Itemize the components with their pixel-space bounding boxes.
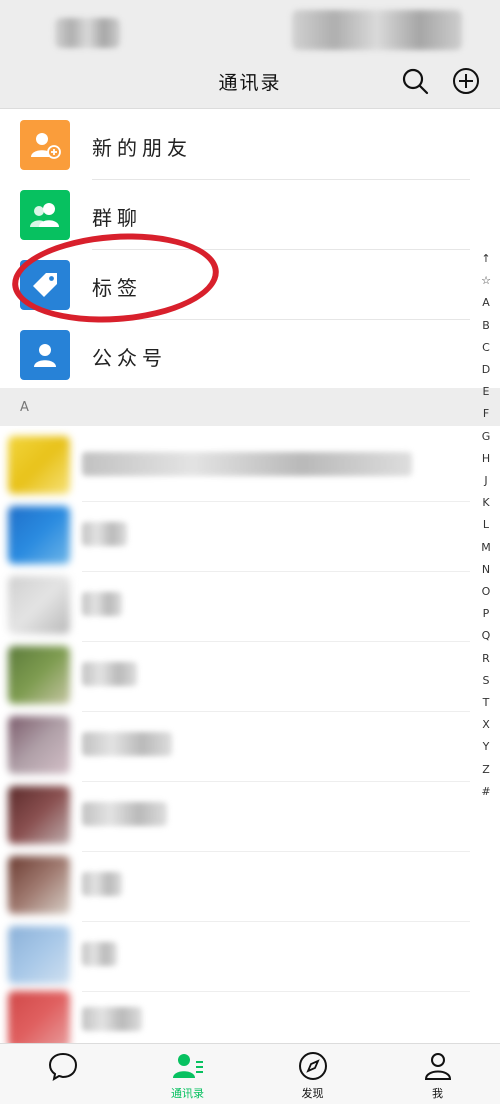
index-letter[interactable]: ☆ — [478, 274, 494, 287]
index-letter[interactable]: Y — [478, 740, 494, 753]
add-friend-icon — [20, 120, 70, 170]
menu-item-new-friends[interactable]: 新的朋友 — [0, 110, 470, 180]
index-letter[interactable]: N — [478, 563, 494, 576]
index-letter[interactable]: ↑ — [478, 252, 494, 265]
search-icon[interactable] — [400, 66, 430, 96]
index-letter[interactable]: R — [478, 652, 494, 665]
avatar — [8, 436, 70, 494]
tab-me[interactable]: 我 — [375, 1044, 500, 1104]
index-letter[interactable]: T — [478, 696, 494, 709]
menu-label: 新的朋友 — [92, 136, 192, 160]
tag-icon — [20, 260, 70, 310]
index-letter[interactable]: K — [478, 496, 494, 509]
contact-row[interactable] — [0, 430, 470, 502]
tab-chats[interactable] — [0, 1044, 125, 1104]
tab-label: 通讯录 — [171, 1087, 204, 1100]
avatar — [8, 926, 70, 984]
tab-label: 我 — [432, 1087, 443, 1100]
contact-name — [82, 872, 122, 896]
avatar — [8, 716, 70, 774]
tab-label: 发现 — [301, 1087, 324, 1100]
menu-item-official-accounts[interactable]: 公众号 — [0, 320, 470, 390]
index-letter[interactable]: B — [478, 319, 494, 332]
menu-label: 群聊 — [92, 206, 142, 230]
chat-bubble-icon — [48, 1052, 78, 1082]
index-letter[interactable]: E — [478, 385, 494, 398]
contact-name — [82, 522, 127, 546]
index-letter[interactable]: H — [478, 452, 494, 465]
section-header: A — [0, 388, 500, 426]
contact-name — [82, 732, 172, 756]
avatar — [8, 991, 70, 1049]
contact-row[interactable] — [0, 920, 470, 992]
section-letter: A — [20, 400, 29, 415]
index-letter[interactable]: O — [478, 585, 494, 598]
menu-item-group-chat[interactable]: 群聊 — [0, 180, 470, 250]
contacts-icon — [173, 1054, 203, 1078]
avatar — [8, 506, 70, 564]
index-letter[interactable]: G — [478, 430, 494, 443]
tab-discover[interactable]: 发现 — [250, 1044, 375, 1104]
index-letter[interactable]: A — [478, 296, 494, 309]
tab-contacts[interactable]: 通讯录 — [125, 1044, 250, 1104]
contact-row[interactable] — [0, 640, 470, 712]
contact-row[interactable] — [0, 780, 470, 852]
index-letter[interactable]: M — [478, 541, 494, 554]
avatar — [8, 786, 70, 844]
blurred-status-left — [55, 18, 120, 48]
contact-name — [82, 592, 122, 616]
menu-label: 标签 — [92, 276, 142, 300]
index-letter[interactable]: P — [478, 607, 494, 620]
index-letter[interactable]: Q — [478, 629, 494, 642]
contact-row[interactable] — [0, 710, 470, 782]
contact-name — [82, 1007, 142, 1031]
official-account-icon — [20, 330, 70, 380]
contact-row[interactable] — [0, 570, 470, 642]
tab-bar: 通讯录 发现 我 — [0, 1043, 500, 1104]
index-letter[interactable]: J — [478, 474, 494, 487]
index-letter[interactable]: C — [478, 341, 494, 354]
avatar — [8, 646, 70, 704]
blurred-status-right — [292, 10, 462, 50]
index-letter[interactable]: Z — [478, 763, 494, 776]
nav-bar: 通讯录 — [0, 58, 500, 109]
contact-row[interactable] — [0, 850, 470, 922]
contact-name — [82, 802, 167, 826]
contact-name — [82, 942, 117, 966]
index-letter[interactable]: D — [478, 363, 494, 376]
index-letter[interactable]: X — [478, 718, 494, 731]
avatar — [8, 856, 70, 914]
contact-row[interactable] — [0, 500, 470, 572]
avatar — [8, 576, 70, 634]
index-letter[interactable]: S — [478, 674, 494, 687]
contact-name — [82, 662, 137, 686]
compass-icon — [299, 1052, 327, 1080]
menu-item-tags[interactable]: 标签 — [0, 250, 470, 320]
group-chat-icon — [20, 190, 70, 240]
index-letter[interactable]: L — [478, 518, 494, 531]
person-icon — [424, 1053, 452, 1080]
index-letter[interactable]: F — [478, 407, 494, 420]
menu-label: 公众号 — [92, 346, 167, 370]
contact-name — [82, 452, 412, 476]
status-bar — [0, 0, 500, 58]
index-letter[interactable]: # — [478, 785, 494, 798]
add-circle-icon[interactable] — [451, 66, 481, 96]
